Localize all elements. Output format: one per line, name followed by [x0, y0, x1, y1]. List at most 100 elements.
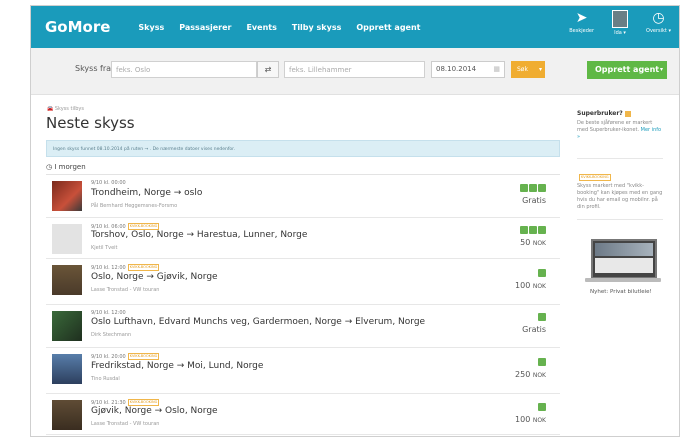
- seat-indicator: [538, 403, 546, 411]
- promo-caption[interactable]: Nyhet: Privat bilutleie!: [590, 289, 652, 295]
- divider: [577, 158, 663, 159]
- nav-opprett-agent[interactable]: Opprett agent: [356, 23, 420, 32]
- ride-route[interactable]: Torshov, Oslo, Norge → Harestua, Lunner,…: [91, 230, 307, 240]
- date-input[interactable]: 08.10.2014 ▦: [431, 61, 505, 78]
- ride-price: 50 NOK: [520, 238, 546, 247]
- ride-list: 9/10 kl. 00:00 Trondheim, Norge → oslo P…: [46, 175, 560, 435]
- driver-avatar[interactable]: [52, 400, 82, 430]
- ride-time: 9/10 kl. 21:30 KVIKK-BOOKING: [91, 399, 160, 406]
- driver-avatar[interactable]: [52, 311, 82, 341]
- profile-label: Ida ▾: [614, 30, 626, 36]
- seat-indicator: [538, 358, 546, 366]
- seat-indicator: [538, 269, 546, 277]
- page-title: Neste skyss: [46, 114, 135, 132]
- ride-row[interactable]: 9/10 kl. 00:00 Trondheim, Norge → oslo P…: [46, 175, 560, 218]
- chevron-down-icon[interactable]: ▾: [539, 61, 542, 78]
- ride-price: 100 NOK: [515, 281, 546, 290]
- chevron-down-icon[interactable]: ▾: [660, 61, 663, 79]
- superuser-badge-icon: [624, 110, 631, 117]
- superuser-title: Superbruker?: [577, 110, 631, 117]
- ride-price: Gratis: [522, 325, 546, 334]
- search-from-label: Skyss fra: [75, 64, 112, 73]
- search-button-label: Søk: [517, 66, 528, 73]
- ride-route[interactable]: Fredrikstad, Norge → Moi, Lund, Norge: [91, 361, 263, 371]
- overview-label: Oversikt ▾: [646, 28, 671, 34]
- user-nav: ➤ Beskjeder Ida ▾ ◷ Oversikt ▾: [569, 10, 671, 36]
- ride-row[interactable]: 9/10 kl. 12:00 KVIKK-BOOKING Oslo, Norge …: [46, 259, 560, 305]
- ride-row[interactable]: 9/10 kl. 20:00 KVIKK-BOOKING Fredrikstad,…: [46, 348, 560, 394]
- ride-driver[interactable]: Tino Rusdal: [91, 376, 120, 382]
- seat-icon: [529, 226, 537, 234]
- ride-driver[interactable]: Lasse Tronstad - VW touran: [91, 287, 159, 293]
- ride-driver[interactable]: Dirk Stechmann: [91, 332, 131, 338]
- kvikk-booking-text: Skyss markert med "kvikk-booking" kan kj…: [577, 183, 663, 210]
- swap-button[interactable]: ⇄: [257, 61, 279, 78]
- info-alert: Ingen skyss funnet 08.10.2014 på ruten →…: [46, 140, 560, 157]
- ride-driver[interactable]: Kjetil Tveit: [91, 245, 118, 251]
- driver-avatar[interactable]: [52, 224, 82, 254]
- ride-driver[interactable]: Lasse Tronstad - VW touran: [91, 421, 159, 427]
- dashboard-icon: ◷: [652, 10, 665, 26]
- kvikk-booking-badge: KVIKK-BOOKING: [127, 399, 160, 406]
- ride-route[interactable]: Gjøvik, Norge → Oslo, Norge: [91, 406, 218, 416]
- seat-indicator: [538, 313, 546, 321]
- divider: [577, 219, 663, 220]
- ride-row[interactable]: 9/10 kl. 21:30 KVIKK-BOOKING Gjøvik, Norg…: [46, 394, 560, 435]
- superuser-text: De beste sjåførene er markert med Superb…: [577, 120, 662, 140]
- driver-avatar[interactable]: [52, 265, 82, 295]
- ride-time: 9/10 kl. 20:00 KVIKK-BOOKING: [91, 353, 160, 360]
- ride-time: 9/10 kl. 06:00 KVIKK-BOOKING: [91, 223, 160, 230]
- avatar: [612, 10, 629, 28]
- create-agent-label: Opprett agent: [595, 65, 660, 74]
- ride-route[interactable]: Oslo, Norge → Gjøvik, Norge: [91, 272, 218, 282]
- kvikk-booking-badge: KVIKK-BOOKING: [127, 264, 160, 271]
- overview-nav[interactable]: ◷ Oversikt ▾: [646, 10, 671, 36]
- ride-driver[interactable]: Pål Bernhard Heggemsnes-Forsmo: [91, 203, 177, 209]
- day-label: I morgen: [54, 163, 86, 171]
- promo-image[interactable]: [591, 239, 657, 279]
- nav-tilby-skyss[interactable]: Tilby skyss: [292, 23, 342, 32]
- profile-nav[interactable]: Ida ▾: [612, 10, 629, 36]
- gomore-logo[interactable]: GoMore: [45, 18, 110, 36]
- search-bar: Skyss fra feks. Oslo ⇄ feks. Lillehammer…: [31, 48, 679, 95]
- main-nav: Skyss Passasjerer Events Tilby skyss Opp…: [138, 23, 420, 32]
- ride-price: Gratis: [522, 196, 546, 205]
- app-frame: GoMore Skyss Passasjerer Events Tilby sk…: [30, 5, 680, 437]
- nav-skyss[interactable]: Skyss: [138, 23, 164, 32]
- breadcrumb[interactable]: 🚘 Skyss tilbys: [47, 106, 84, 112]
- day-header: ◷ I morgen: [46, 163, 86, 171]
- ride-price: 100 NOK: [515, 415, 546, 424]
- ride-route[interactable]: Trondheim, Norge → oslo: [91, 188, 202, 198]
- seat-icon: [529, 184, 537, 192]
- ride-time: 9/10 kl. 12:00: [91, 310, 126, 316]
- seat-icon: [520, 226, 528, 234]
- ride-time: 9/10 kl. 00:00: [91, 180, 126, 186]
- calendar-icon[interactable]: ▦: [493, 62, 500, 77]
- seat-icon: [538, 403, 546, 411]
- seat-icon: [538, 269, 546, 277]
- driver-avatar[interactable]: [52, 354, 82, 384]
- kvikk-booking-badge: KVIKK-BOOKING: [127, 353, 160, 360]
- kvikk-booking-badge: KVIKK-BOOKING: [579, 174, 611, 181]
- to-input[interactable]: feks. Lillehammer: [284, 61, 425, 78]
- seat-icon: [538, 313, 546, 321]
- seat-icon: [520, 184, 528, 192]
- seat-indicator: [520, 184, 546, 192]
- date-value: 08.10.2014: [436, 65, 477, 73]
- nav-events[interactable]: Events: [246, 23, 276, 32]
- ride-row[interactable]: 9/10 kl. 06:00 KVIKK-BOOKING Torshov, Osl…: [46, 218, 560, 259]
- from-input[interactable]: feks. Oslo: [111, 61, 257, 78]
- driver-avatar[interactable]: [52, 181, 82, 211]
- laptop-base: [585, 278, 661, 282]
- messages-nav[interactable]: ➤ Beskjeder: [569, 10, 594, 36]
- ride-price: 250 NOK: [515, 370, 546, 379]
- create-agent-button[interactable]: Opprett agent ▾: [587, 61, 667, 79]
- nav-passasjerer[interactable]: Passasjerer: [179, 23, 231, 32]
- ride-row[interactable]: 9/10 kl. 12:00 Oslo Lufthavn, Edvard Mun…: [46, 305, 560, 348]
- ride-route[interactable]: Oslo Lufthavn, Edvard Munchs veg, Garder…: [91, 317, 425, 327]
- ride-time: 9/10 kl. 12:00 KVIKK-BOOKING: [91, 264, 160, 271]
- seat-icon: [538, 358, 546, 366]
- seat-icon: [538, 184, 546, 192]
- search-button[interactable]: Søk ▾: [511, 61, 545, 78]
- kvikk-booking-badge: KVIKK-BOOKING: [127, 223, 160, 230]
